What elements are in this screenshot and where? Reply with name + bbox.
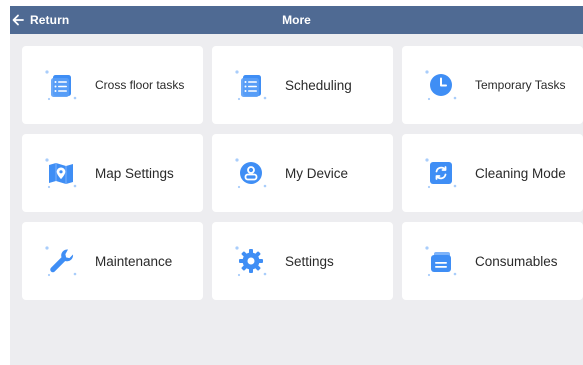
menu-card-temporary-tasks[interactable]: Temporary Tasks — [402, 46, 583, 124]
return-label: Return — [30, 13, 70, 27]
gear-icon — [234, 244, 268, 278]
menu-card-cleaning-mode[interactable]: Cleaning Mode — [402, 134, 583, 212]
back-arrow-icon — [11, 13, 25, 27]
more-screen: More Return Cross floor tasks Scheduling… — [10, 6, 583, 365]
menu-label: My Device — [285, 165, 349, 181]
menu-label: Consumables — [475, 253, 558, 269]
menu-label: Scheduling — [285, 77, 352, 93]
header-bar: More Return — [10, 6, 583, 34]
schedule-list-icon — [234, 68, 268, 102]
clock-icon — [424, 68, 458, 102]
menu-label: Maintenance — [95, 253, 173, 269]
menu-label: Cross floor tasks — [95, 78, 185, 92]
cleaning-mode-icon — [424, 156, 458, 190]
menu-card-cross-floor-tasks[interactable]: Cross floor tasks — [22, 46, 203, 124]
menu-label: Cleaning Mode — [475, 165, 566, 181]
task-list-icon — [44, 68, 78, 102]
menu-card-maintenance[interactable]: Maintenance — [22, 222, 203, 300]
menu-card-my-device[interactable]: My Device — [212, 134, 393, 212]
wrench-icon — [44, 244, 78, 278]
menu-label: Temporary Tasks — [475, 78, 566, 92]
menu-card-consumables[interactable]: Consumables — [402, 222, 583, 300]
menu-label: Map Settings — [95, 165, 174, 181]
menu-card-scheduling[interactable]: Scheduling — [212, 46, 393, 124]
device-user-icon — [234, 156, 268, 190]
menu-grid: Cross floor tasks Scheduling Temporary T… — [22, 46, 583, 300]
consumables-icon — [424, 244, 458, 278]
map-pin-icon — [44, 156, 78, 190]
menu-card-map-settings[interactable]: Map Settings — [22, 134, 203, 212]
menu-card-settings[interactable]: Settings — [212, 222, 393, 300]
return-button[interactable]: Return — [10, 6, 69, 34]
menu-label: Settings — [285, 253, 334, 269]
page-title: More — [282, 13, 311, 27]
